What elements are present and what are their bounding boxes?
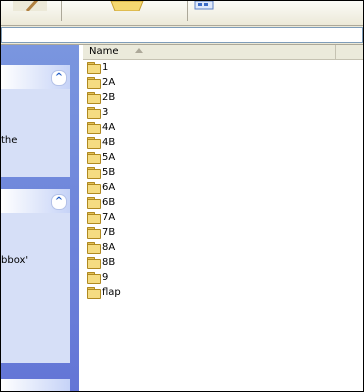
double-chevron-up-icon[interactable]: ^ <box>51 194 67 210</box>
task-panel-2: ^ bbox' <box>1 189 70 363</box>
task-panel-text: bbox' <box>1 255 29 266</box>
item-name: 1 <box>102 62 109 73</box>
views-icon <box>194 1 214 10</box>
folder-icon <box>87 272 101 284</box>
folder-icon <box>87 167 101 179</box>
item-name: 6A <box>102 182 116 193</box>
item-name: 7B <box>102 227 116 238</box>
task-panel-header[interactable]: ^ <box>1 65 70 89</box>
double-chevron-up-icon[interactable]: ^ <box>51 70 67 86</box>
folder-icon <box>87 152 101 164</box>
address-bar <box>1 26 363 45</box>
task-panel-body: bbox' <box>1 213 70 363</box>
task-panel-body: the <box>1 89 70 177</box>
file-list: Name 1 2A 2B 3 4A 4B 5A 5B 6A 6B 7A 7B 8… <box>83 45 363 391</box>
task-panel-text: the <box>1 135 18 146</box>
pencil-icon <box>13 1 47 13</box>
item-name: 5B <box>102 167 116 178</box>
folders-button[interactable] <box>109 1 149 12</box>
folder-icon <box>87 77 101 89</box>
folder-icon <box>87 182 101 194</box>
folder-icon <box>87 92 101 104</box>
folder-icon <box>87 197 101 209</box>
folder-icon <box>87 212 101 224</box>
task-panel-header[interactable] <box>1 379 70 391</box>
toolbar <box>1 1 363 26</box>
column-header: Name <box>83 45 363 60</box>
folder-icon <box>110 1 144 12</box>
address-input[interactable] <box>1 27 363 43</box>
folder-icon <box>87 62 101 74</box>
item-name: 9 <box>102 272 109 283</box>
item-name: 5A <box>102 152 116 163</box>
folder-icon <box>87 122 101 134</box>
item-name: 4B <box>102 137 116 148</box>
item-name: 8A <box>102 242 116 253</box>
task-panel-3 <box>1 379 70 391</box>
folder-icon <box>87 107 101 119</box>
item-name: 7A <box>102 212 116 223</box>
item-name: 8B <box>102 257 116 268</box>
explorer-window: ^ the ^ bbox' Name 1 2A 2B 3 4A 4B 5A 5B… <box>0 0 364 392</box>
edit-button[interactable] <box>13 1 47 13</box>
column-header-name[interactable]: Name <box>83 45 336 59</box>
folder-icon <box>87 242 101 254</box>
views-button[interactable] <box>187 1 227 11</box>
item-name: 4A <box>102 122 116 133</box>
folder-icon <box>87 137 101 149</box>
task-panel-header[interactable]: ^ <box>1 189 70 213</box>
column-header-empty[interactable] <box>336 45 363 59</box>
item-name: 3 <box>102 107 109 118</box>
item-name: 2B <box>102 92 116 103</box>
folder-icon <box>87 257 101 269</box>
item-name: 2A <box>102 77 116 88</box>
column-name-label: Name <box>89 46 119 57</box>
item-name: flap <box>102 287 121 298</box>
folder-icon <box>87 227 101 239</box>
item-name: 6B <box>102 197 116 208</box>
sort-ascending-icon <box>135 48 143 53</box>
task-panel-1: ^ the <box>1 65 70 177</box>
task-pane: ^ the ^ bbox' <box>1 45 79 391</box>
toolbar-separator <box>61 1 62 21</box>
folder-icon <box>87 287 101 299</box>
